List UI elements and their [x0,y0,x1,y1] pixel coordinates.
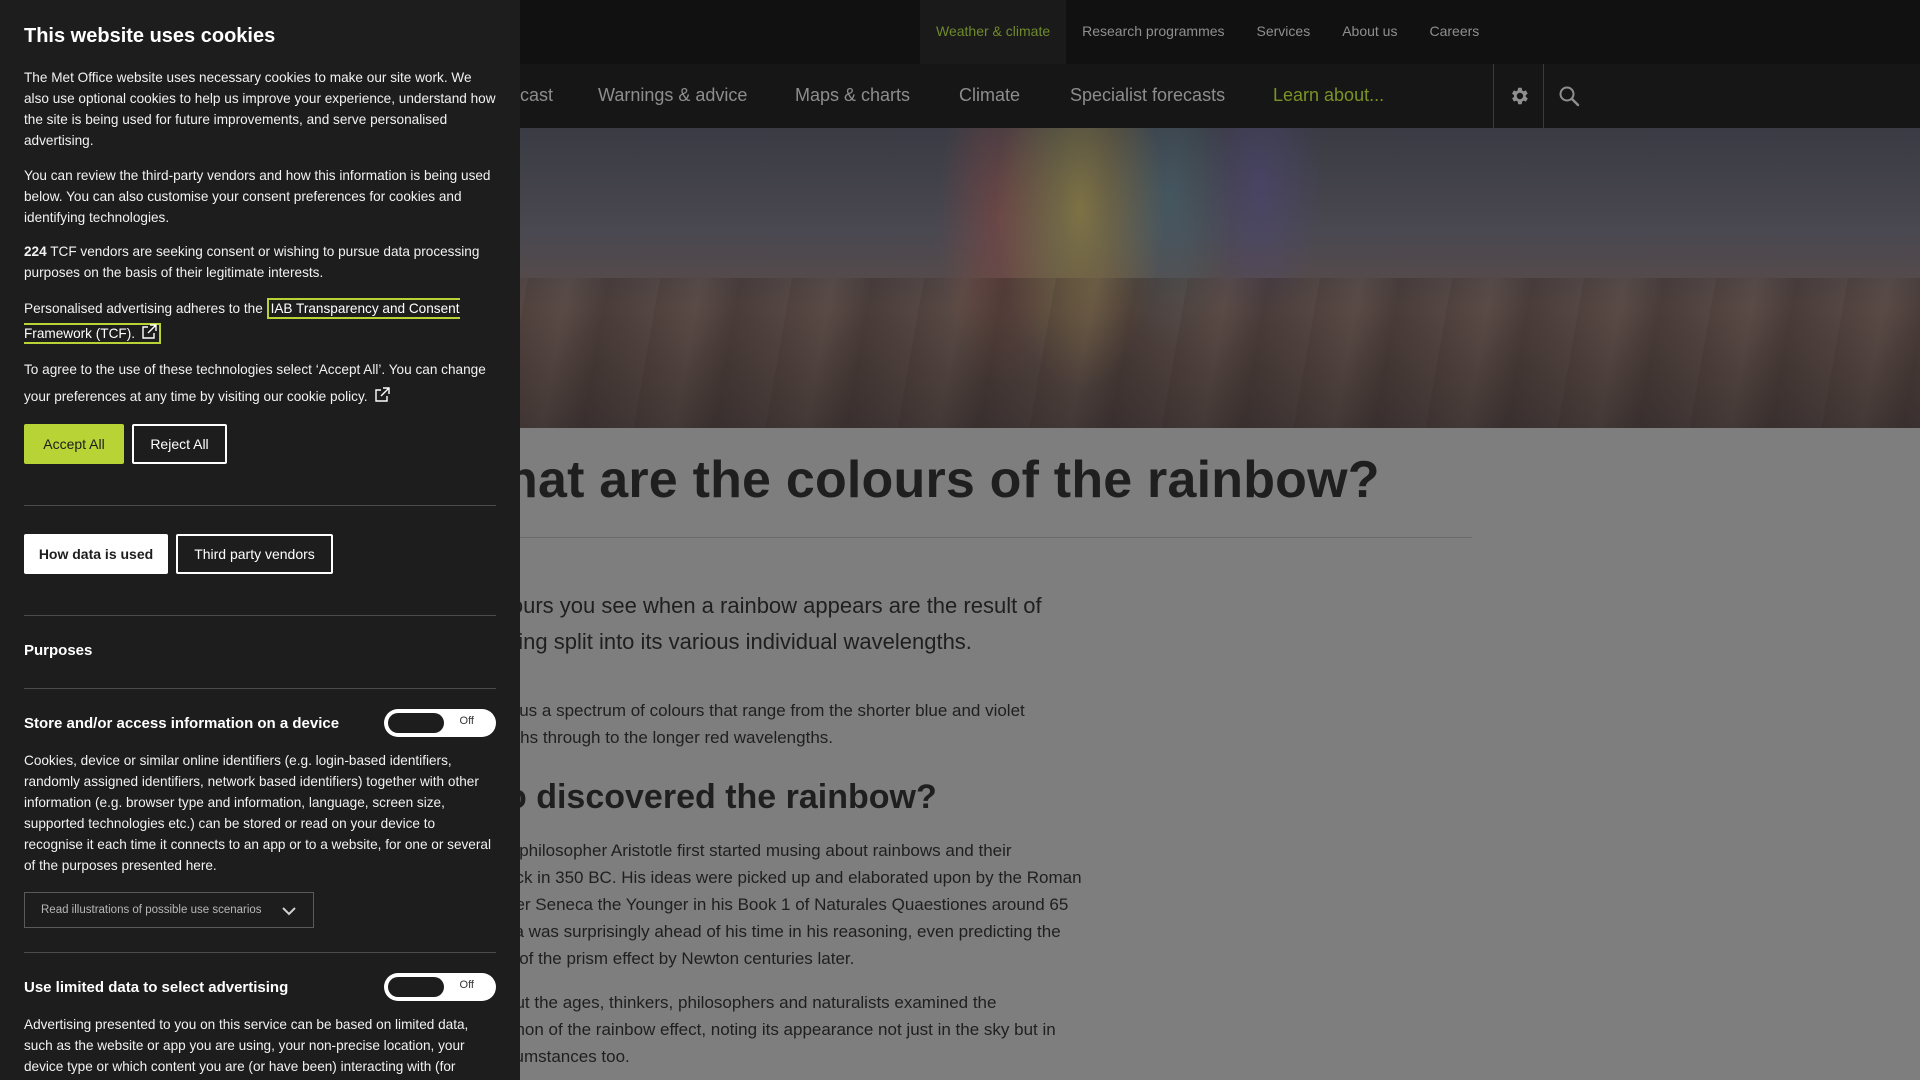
cookie-iab-text: Personalised advertising adheres to the … [24,296,496,346]
article-paragraph: k philosopher Aristotle first started mu… [506,841,1082,968]
external-link-icon [142,324,157,339]
search-button[interactable] [1543,64,1594,128]
main-nav-forecast[interactable]: cast [520,85,553,106]
settings-gear-icon [1512,87,1528,105]
top-nav-services[interactable]: Services [1241,0,1327,64]
page-title: hat are the colours of the rainbow? [506,451,1380,509]
tcf-description: TCF vendors are seeking consent or wishi… [24,244,480,280]
title-divider [506,537,1472,538]
settings-button[interactable] [1493,64,1544,128]
main-nav-climate[interactable]: Climate [959,85,1020,106]
main-nav-maps-charts[interactable]: Maps & charts [795,85,910,106]
cookie-title: This website uses cookies [24,25,276,47]
use-scenarios-dropdown[interactable]: Read illustrations of possible use scena… [24,892,314,928]
top-nav-about-us[interactable]: About us [1326,0,1413,64]
external-link-icon[interactable] [374,387,390,403]
purpose-toggle-store-access[interactable]: Off [384,709,496,737]
divider [24,688,496,689]
purpose-toggle-limited-advertising[interactable]: Off [384,973,496,1001]
purposes-heading: Purposes [24,642,93,659]
toggle-knob [388,977,444,997]
tab-third-party-vendors[interactable]: Third party vendors [176,534,333,574]
section-heading: o discovered the rainbow? [506,778,937,816]
toggle-knob [388,713,444,733]
top-nav: Weather & climate Research programmes Se… [920,0,1495,64]
toggle-state-label: Off [459,979,474,991]
accept-all-button[interactable]: Accept All [24,424,124,464]
main-nav-learn-about[interactable]: Learn about... [1273,85,1384,106]
article-lead: lours you see when a rainbow appears are… [506,593,1042,654]
cookie-vendors-text: You can review the third-party vendors a… [24,168,491,225]
cookie-policy-sentence: To agree to the use of these technologie… [24,362,486,404]
use-scenarios-label: Read illustrations of possible use scena… [41,904,262,916]
main-nav-specialist-forecasts[interactable]: Specialist forecasts [1070,85,1225,106]
cookie-policy-text: To agree to the use of these technologie… [24,356,496,410]
top-nav-weather-climate[interactable]: Weather & climate [920,0,1067,64]
cookie-intro-text: The Met Office website uses necessary co… [24,70,496,148]
top-nav-careers[interactable]: Careers [1413,0,1495,64]
reject-all-button[interactable]: Reject All [132,424,227,464]
article-paragraph: out the ages, thinkers, philosophers and… [506,993,1056,1066]
vendor-count: 224 [24,244,47,259]
divider [24,952,496,953]
purpose-description-limited-advertising: Advertising presented to you on this ser… [24,1017,469,1074]
iab-prefix: Personalised advertising adheres to the [24,301,267,316]
chevron-down-icon [282,907,296,916]
main-nav-warnings-advice[interactable]: Warnings & advice [598,85,747,106]
purpose-description-store-access: Cookies, device or similar online identi… [24,753,491,873]
cookie-tcf-text: 224 TCF vendors are seeking consent or w… [24,241,496,283]
top-nav-research-programmes[interactable]: Research programmes [1066,0,1240,64]
divider [24,615,496,616]
article-paragraph: s us a spectrum of colours that range fr… [506,701,1025,747]
tab-how-data-is-used[interactable]: How data is used [24,534,168,574]
purpose-title-store-access: Store and/or access information on a dev… [24,715,340,732]
cookie-consent-panel: This website uses cookies The Met Office… [0,0,520,1080]
search-icon [1559,86,1580,107]
toggle-state-label: Off [459,715,474,727]
purpose-title-limited-advertising: Use limited data to select advertising [24,979,289,996]
divider [24,505,496,506]
